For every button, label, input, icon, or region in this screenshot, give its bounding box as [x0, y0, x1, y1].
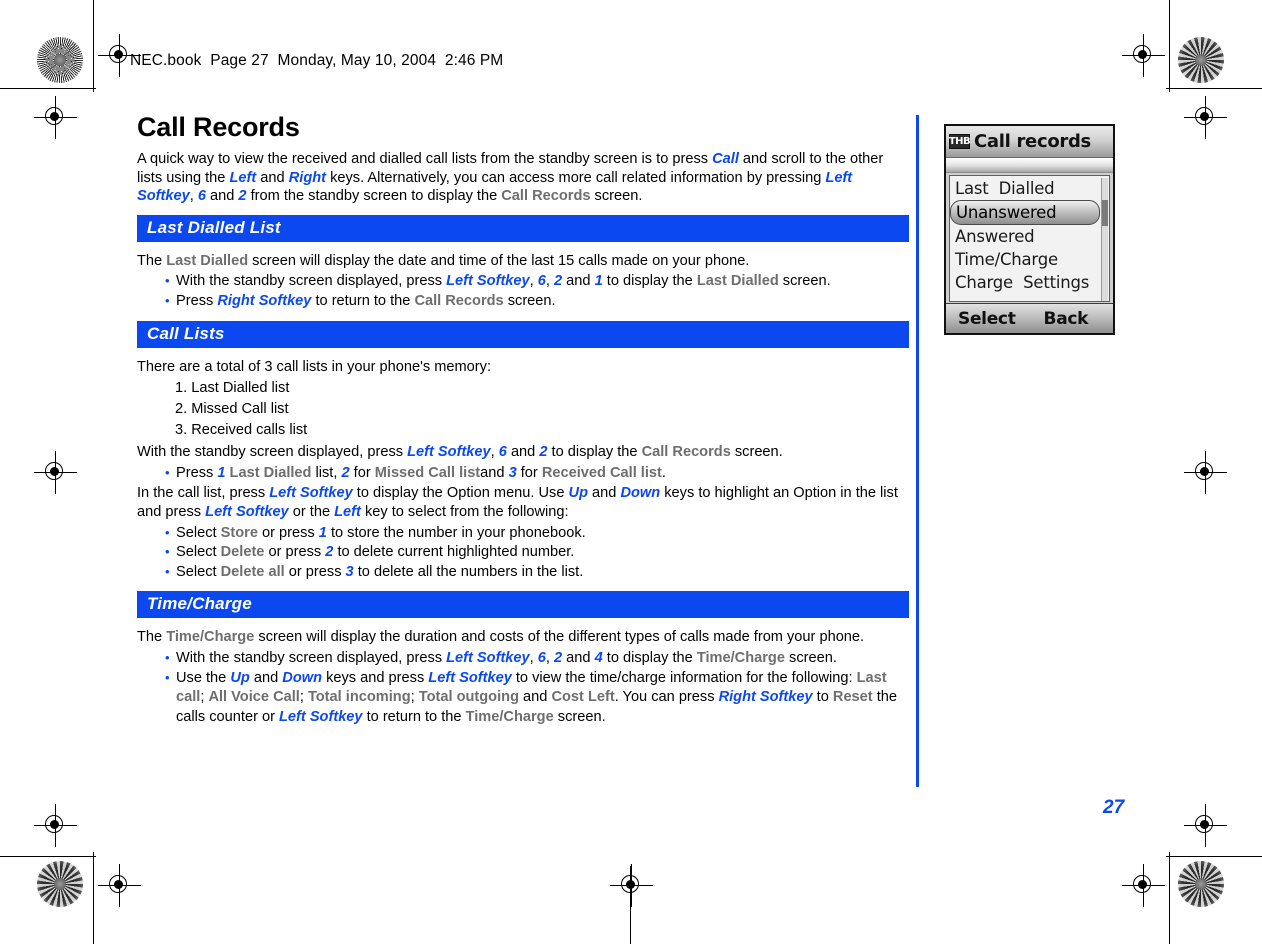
key-right: Right [288, 169, 327, 186]
registration-mark-right-lower [1184, 804, 1227, 847]
call-lists-after-list: With the standby screen displayed, press… [137, 444, 783, 461]
list-item: 2. Missed Call list [175, 401, 289, 418]
last-dialled-bullets: With the standby screen displayed, press… [137, 271, 909, 312]
registration-mark-left-lower [34, 804, 77, 847]
crop-mark-left-v-bottom [93, 852, 95, 944]
phone-softkey-bar: Select Back [946, 303, 1113, 333]
list-item: With the standby screen displayed, press… [165, 648, 909, 669]
time-charge-lead: The Time/Charge screen will display the … [137, 629, 865, 646]
list-item: 1. Last Dialled list [175, 380, 290, 397]
screen-last-dialled: Last Dialled [166, 252, 249, 269]
phone-menu-item-answered[interactable]: Answered [950, 225, 1109, 248]
list-item: 3. Received calls list [175, 422, 308, 439]
option-bullets: Select Store or press 1 to store the num… [137, 523, 909, 583]
list-item: Select Store or press 1 to store the num… [165, 523, 909, 544]
list-item: Press Right Softkey to return to the Cal… [165, 291, 909, 312]
phone-title-sheen [946, 158, 1113, 173]
crop-mark-right-v [1169, 0, 1171, 92]
page-title: Call Records [137, 112, 300, 142]
phone-menu-item-time-charge[interactable]: Time/Charge [950, 248, 1109, 271]
list-item: With the standby screen displayed, press… [165, 271, 909, 292]
call-lists-numbered: 1. Last Dialled list 2. Missed Call list… [137, 378, 909, 441]
call-lists-lead: There are a total of 3 call lists in you… [137, 358, 492, 375]
resolution-target-top-left [37, 37, 83, 83]
crop-mark-center-v-bottom [630, 866, 632, 944]
phone-menu-item-unanswered[interactable]: Unanswered [950, 200, 1100, 225]
last-dialled-lead: The Last Dialled screen will display the… [137, 252, 750, 269]
registration-mark-bottom-right [1122, 864, 1165, 907]
key-call: Call [712, 151, 739, 167]
phone-menu-item-charge-settings[interactable]: Charge Settings [950, 271, 1109, 294]
phone-scrollbar-thumb[interactable] [1102, 200, 1108, 226]
key-left: Left [229, 169, 257, 186]
column-divider-rule [916, 115, 919, 787]
list-item: Use the Up and Down keys and press Left … [165, 668, 909, 728]
printed-page: NEC.book Page 27 Monday, May 10, 2004 2:… [0, 0, 1262, 944]
call-lists-press-bullet: Press 1 Last Dialled list, 2 for Missed … [137, 463, 909, 484]
crop-mark-bottom-right-h [1166, 856, 1262, 858]
phone-menu-list: Last Dialled Unanswered Answered Time/Ch… [949, 175, 1110, 302]
registration-mark-left-upper [34, 96, 77, 139]
page-number: 27 [1103, 797, 1125, 818]
list-item: Select Delete all or press 3 to delete a… [165, 562, 909, 583]
phone-title-text: Call records [974, 131, 1091, 152]
main-content: Call Records A quick way to view the rec… [137, 112, 909, 728]
list-item: Press 1 Last Dialled list, 2 for Missed … [165, 463, 909, 484]
list-item: Select Delete or press 2 to delete curre… [165, 542, 909, 563]
option-menu-paragraph: In the call list, press Left Softkey to … [137, 485, 898, 520]
crop-mark-top-right-h [1166, 88, 1262, 90]
phone-screen-illustration: THB Call records Last Dialled Unanswered… [944, 124, 1115, 335]
crop-mark-right-v-bottom [1169, 852, 1171, 944]
document-header: NEC.book Page 27 Monday, May 10, 2004 2:… [130, 52, 504, 69]
registration-mark-right-middle [1184, 451, 1227, 494]
phone-scrollbar[interactable] [1101, 178, 1108, 301]
phone-title-bar: THB Call records [946, 126, 1113, 158]
screen-call-records: Call Records [501, 188, 591, 205]
resolution-target-bottom-left [37, 861, 83, 907]
section-heading-time-charge: Time/Charge [137, 591, 909, 619]
currency-badge-icon: THB [948, 134, 971, 149]
crop-mark-top-left-h [0, 88, 96, 90]
resolution-target-top-right [1178, 37, 1224, 83]
crop-mark-bottom-left-h [0, 856, 96, 858]
intro-paragraph: A quick way to view the received and dia… [137, 151, 884, 205]
screen-time-charge: Time/Charge [166, 629, 255, 646]
registration-mark-left-middle [34, 451, 77, 494]
softkey-back-label[interactable]: Back [1044, 309, 1089, 329]
resolution-target-bottom-right [1178, 861, 1224, 907]
section-heading-call-lists: Call Lists [137, 320, 909, 348]
key-2: 2 [238, 188, 247, 205]
registration-mark-right-upper [1184, 96, 1227, 139]
registration-mark-top-right [1122, 34, 1165, 77]
key-6: 6 [197, 188, 206, 205]
section-heading-last-dialled-list: Last Dialled List [137, 214, 909, 242]
registration-mark-bottom-left [98, 864, 141, 907]
phone-menu-item-last-dialled[interactable]: Last Dialled [950, 177, 1109, 200]
time-charge-bullets: With the standby screen displayed, press… [137, 648, 909, 728]
softkey-select-label[interactable]: Select [958, 309, 1016, 329]
crop-mark-left-v [93, 0, 95, 92]
